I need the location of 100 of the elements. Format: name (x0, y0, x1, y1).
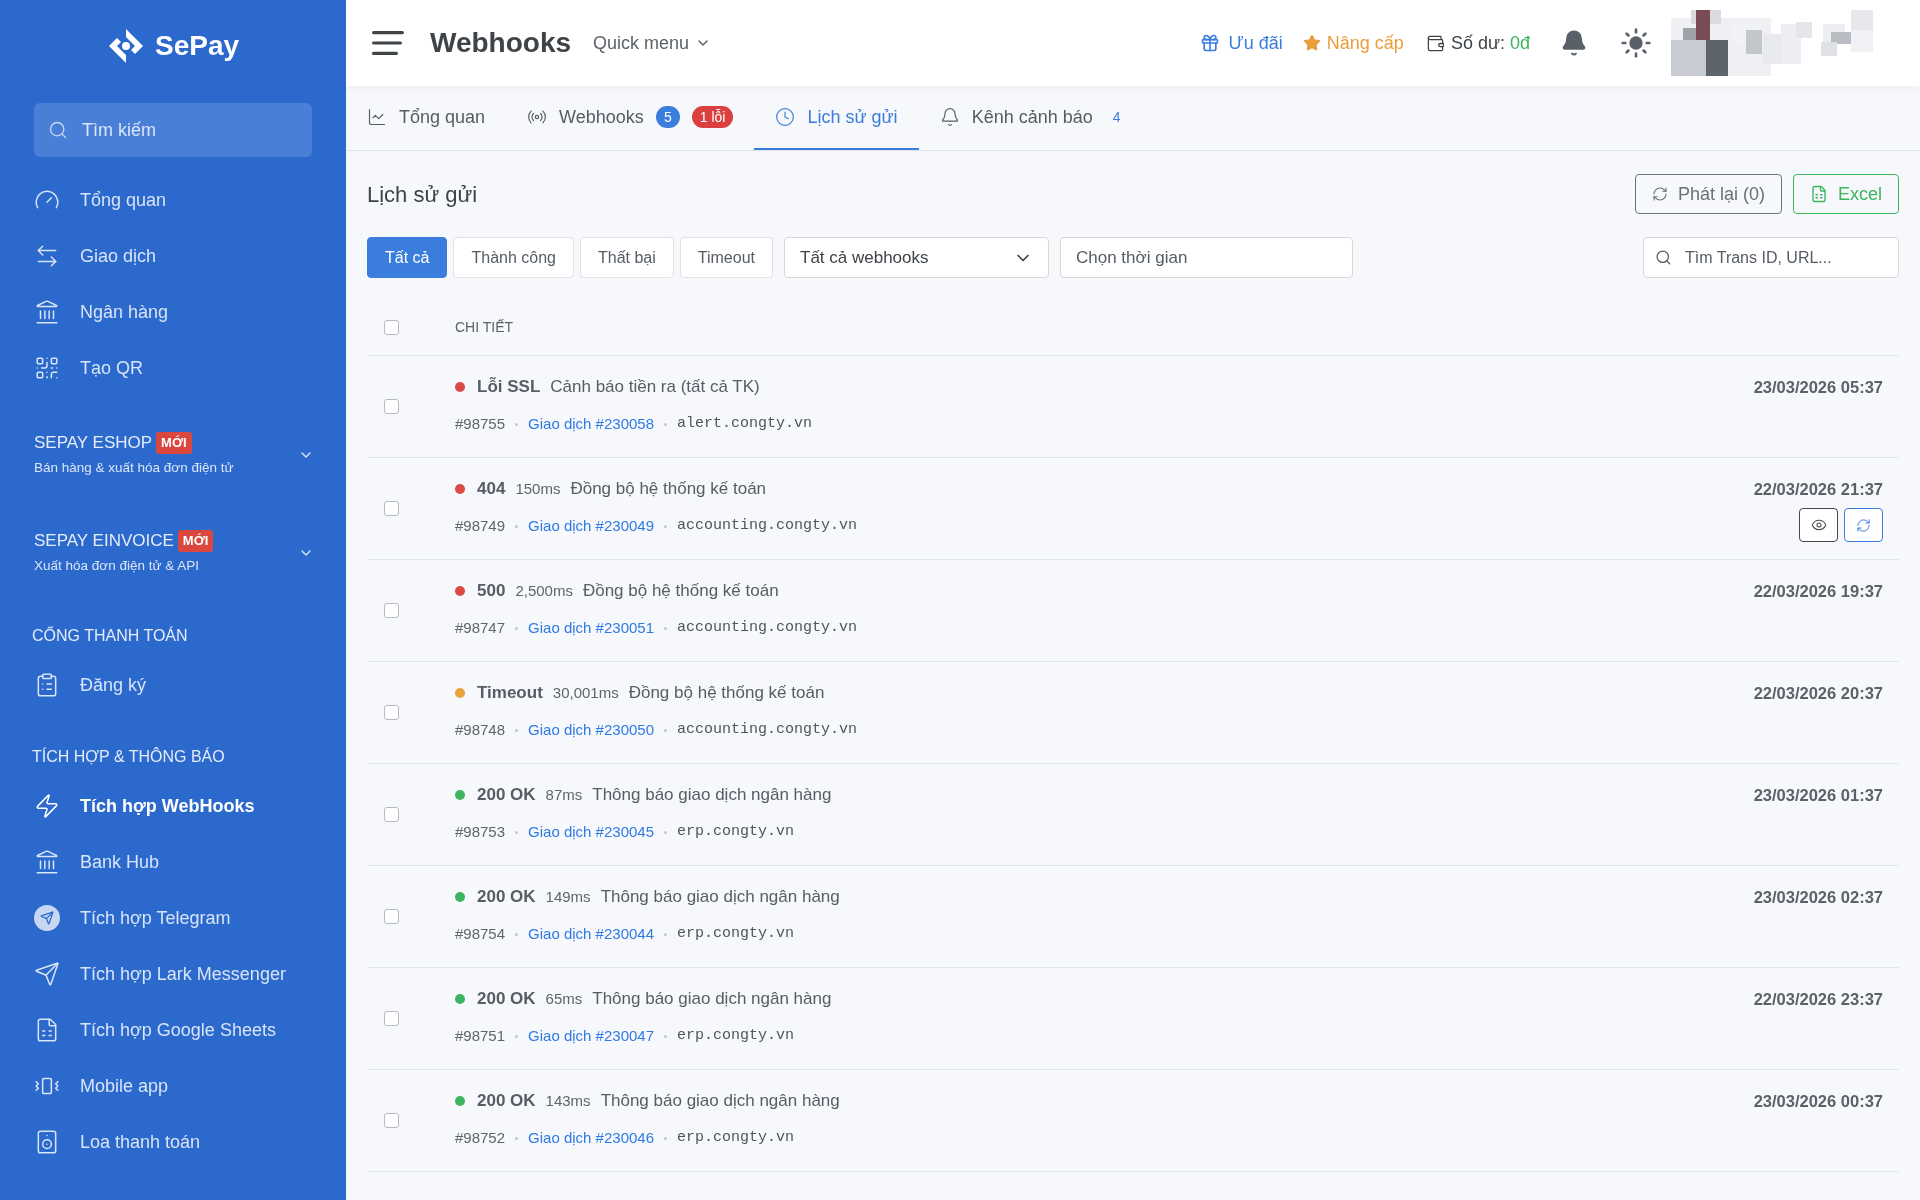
log-id: #98755 (455, 413, 506, 434)
tab[interactable]: Webhooks 5 1 lỗi (506, 86, 755, 150)
webhook-select[interactable]: Tất cả webhooks (784, 237, 1049, 278)
tab[interactable]: Tổng quan (346, 86, 507, 150)
sidebar-item[interactable]: Giao dịch (0, 228, 346, 284)
product-subtitle: Bán hàng & xuất hóa đơn điện tử (34, 459, 234, 477)
transaction-link[interactable]: Giao dịch #230058 (528, 412, 654, 436)
status-code: 200 OK (477, 886, 536, 909)
sidebar-section-heading: CỔNG THANH TOÁN (32, 625, 189, 646)
notification-bell-icon[interactable] (1560, 29, 1588, 57)
offers-link[interactable]: Ưu đãi (1200, 29, 1283, 57)
date-range-field[interactable]: Chọn thời gian (1060, 237, 1353, 278)
resend-button[interactable] (1844, 508, 1883, 542)
sidebar-item[interactable]: Tạo QR (0, 340, 346, 396)
tab[interactable]: Lịch sử gửi (754, 86, 919, 150)
sidebar-search-field[interactable]: Tìm kiếm (34, 103, 312, 157)
sidebar-item[interactable]: Đăng ký (0, 657, 346, 713)
webhook-name: Thông báo giao dịch ngân hàng (600, 886, 840, 909)
section-title: Lịch sử gửi (367, 180, 478, 209)
star-icon (1302, 34, 1321, 52)
bank-icon (34, 299, 60, 325)
sidebar-item[interactable]: Tích hợp Telegram (0, 890, 346, 946)
qr-code-icon (34, 355, 60, 381)
view-button[interactable] (1799, 508, 1838, 542)
row-checkbox[interactable] (384, 807, 399, 822)
row-checkbox[interactable] (384, 909, 399, 924)
sent-time: 22/03/2026 20:37 (1753, 682, 1883, 704)
row-checkbox[interactable] (384, 603, 399, 618)
sent-time: 23/03/2026 01:37 (1753, 784, 1883, 806)
lightning-icon (34, 793, 60, 819)
filter-button[interactable]: Timeout (679, 237, 773, 278)
transaction-link[interactable]: Giao dịch #230051 (528, 616, 654, 640)
endpoint-host: erp.congty.vn (677, 1025, 795, 1046)
sidebar-item[interactable]: Ngân hàng (0, 284, 346, 340)
balance-value: 0đ (1509, 31, 1530, 55)
status-code: 404 (477, 478, 506, 501)
error-badge: 1 lỗi (691, 106, 734, 128)
bank-icon (34, 849, 60, 875)
transaction-link[interactable]: Giao dịch #230050 (528, 718, 654, 742)
filter-button[interactable]: Thất bại (580, 237, 674, 278)
menu-icon[interactable] (372, 30, 404, 56)
endpoint-host: alert.congty.vn (677, 413, 813, 434)
search-field[interactable]: Tìm Trans ID, URL... (1643, 237, 1899, 278)
log-id: #98749 (455, 515, 506, 536)
duration: 87ms (545, 784, 583, 805)
brand-name: SePay (154, 29, 240, 63)
webhook-name: Thông báo giao dịch ngân hàng (592, 784, 832, 807)
endpoint-host: erp.congty.vn (677, 1127, 795, 1148)
log-id: #98748 (455, 719, 506, 740)
webhook-name: Đồng bộ hệ thống kế toán (570, 478, 767, 501)
sun-icon[interactable] (1620, 27, 1652, 59)
tab[interactable]: Kênh cảnh báo 4 (918, 86, 1142, 150)
excel-export-button[interactable]: Excel (1793, 174, 1899, 214)
transaction-link[interactable]: Giao dịch #230044 (528, 922, 654, 946)
replay-button[interactable]: Phát lại (0) (1634, 174, 1782, 214)
search-icon (48, 120, 68, 140)
product-title[interactable]: SEPAY EINVOICE (34, 528, 174, 554)
sidebar-item[interactable]: Tích hợp Google Sheets (0, 1002, 346, 1058)
upgrade-link[interactable]: Nâng cấp (1302, 29, 1404, 57)
sidebar-item[interactable]: Tích hợp WebHooks (0, 778, 346, 834)
product-title[interactable]: SEPAY ESHOP (34, 430, 153, 456)
transaction-link[interactable]: Giao dịch #230045 (528, 820, 654, 844)
duration: 30,001ms (552, 682, 619, 703)
sent-time: 22/03/2026 21:37 (1753, 478, 1883, 500)
new-badge: MỚI (177, 530, 214, 552)
sidebar-item[interactable]: Loa thanh toán (0, 1114, 346, 1170)
sent-time: 23/03/2026 05:37 (1753, 376, 1883, 398)
status-code: 200 OK (477, 784, 536, 807)
sidebar-item[interactable]: Tổng quan (0, 172, 346, 228)
row-checkbox[interactable] (384, 399, 399, 414)
endpoint-host: erp.congty.vn (677, 821, 795, 842)
row-checkbox[interactable] (384, 501, 399, 516)
select-all-checkbox[interactable] (384, 319, 399, 335)
webhook-name: Đồng bộ hệ thống kế toán (628, 682, 825, 705)
quick-menu-button[interactable]: Quick menu (593, 29, 712, 57)
sidebar-item[interactable]: Tích hợp Lark Messenger (0, 946, 346, 1002)
duration: 65ms (545, 988, 583, 1009)
status-code: Lỗi SSL (477, 376, 541, 399)
spreadsheet-icon (1810, 185, 1828, 203)
filter-button[interactable]: Tất cả (367, 237, 448, 278)
sidebar-item[interactable]: Mobile app (0, 1058, 346, 1114)
row-checkbox[interactable] (384, 705, 399, 720)
row-checkbox[interactable] (384, 1011, 399, 1026)
filter-button[interactable]: Thành công (453, 237, 574, 278)
sidebar-item[interactable]: Bank Hub (0, 834, 346, 890)
row-checkbox[interactable] (384, 1113, 399, 1128)
duration: 143ms (545, 1090, 591, 1111)
endpoint-host: accounting.congty.vn (677, 719, 858, 740)
transaction-link[interactable]: Giao dịch #230049 (528, 514, 654, 538)
duration: 150ms (515, 478, 561, 499)
sent-time: 23/03/2026 00:37 (1753, 1090, 1883, 1112)
search-icon (1655, 249, 1672, 266)
webhook-name: Đồng bộ hệ thống kế toán (582, 580, 779, 603)
new-badge: MỚI (156, 432, 192, 454)
endpoint-host: erp.congty.vn (677, 923, 795, 944)
transaction-link[interactable]: Giao dịch #230047 (528, 1024, 654, 1048)
status-code: Timeout (477, 682, 543, 705)
duration: 2,500ms (515, 580, 573, 601)
transaction-link[interactable]: Giao dịch #230046 (528, 1126, 654, 1150)
endpoint-host: accounting.congty.vn (677, 617, 858, 638)
